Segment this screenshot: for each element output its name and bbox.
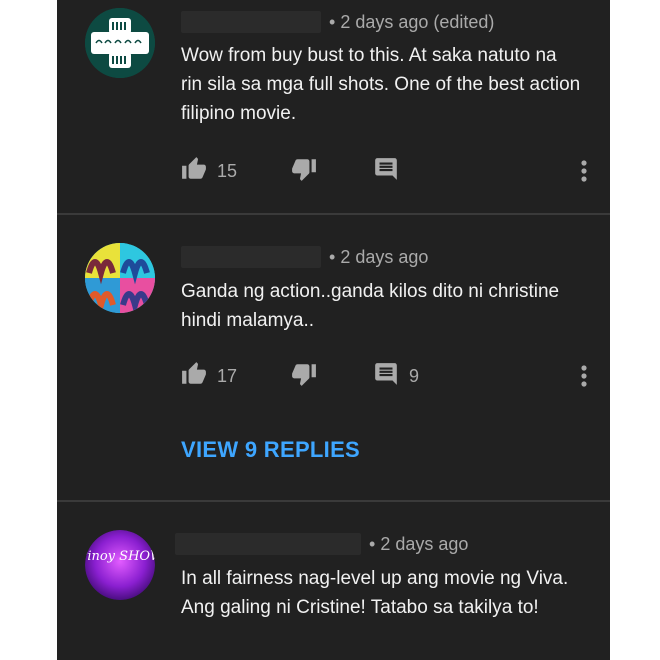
comment-text: Wow from buy bust to this. At saka natut… bbox=[181, 45, 581, 124]
comment-text: Ganda ng action..ganda kilos dito ni chr… bbox=[181, 281, 560, 331]
divider bbox=[57, 500, 610, 502]
dislike-button[interactable] bbox=[291, 156, 317, 186]
comment-actions: 15 bbox=[181, 156, 601, 186]
reply-icon bbox=[373, 361, 399, 392]
like-icon bbox=[181, 156, 207, 187]
comment-actions: 17 9 bbox=[181, 361, 601, 391]
view-replies-button[interactable]: VIEW 9 REPLIES bbox=[181, 437, 360, 463]
more-options-icon bbox=[581, 160, 587, 182]
avatar[interactable] bbox=[85, 8, 155, 78]
comment-meta: • 2 days ago bbox=[181, 244, 428, 270]
like-count: 17 bbox=[217, 365, 238, 386]
like-button[interactable]: 17 bbox=[181, 361, 237, 391]
like-icon bbox=[181, 361, 207, 392]
avatar[interactable] bbox=[85, 243, 155, 313]
redacted-username bbox=[175, 533, 361, 555]
comments-panel: • 2 days ago (edited) Wow from buy bust … bbox=[57, 0, 610, 660]
divider bbox=[57, 213, 610, 215]
reply-icon bbox=[373, 156, 399, 187]
dislike-button[interactable] bbox=[291, 361, 317, 391]
redacted-username bbox=[181, 11, 321, 33]
more-options-icon bbox=[581, 365, 587, 387]
avatar-logo-text: Pinoy SHOW bbox=[85, 549, 155, 564]
like-button[interactable]: 15 bbox=[181, 156, 237, 186]
more-options-button[interactable] bbox=[576, 156, 592, 186]
dislike-icon bbox=[291, 156, 317, 187]
comment-timestamp: • 2 days ago bbox=[329, 246, 429, 267]
comment-text: In all fairness nag-level up ang movie n… bbox=[181, 568, 569, 618]
dislike-icon bbox=[291, 361, 317, 392]
more-options-button[interactable] bbox=[576, 361, 592, 391]
comment-timestamp: • 2 days ago (edited) bbox=[329, 11, 495, 32]
reply-count: 9 bbox=[409, 365, 420, 386]
comment-meta: • 2 days ago bbox=[175, 531, 468, 557]
like-count: 15 bbox=[217, 160, 238, 181]
comment-meta: • 2 days ago (edited) bbox=[181, 9, 494, 35]
reply-button[interactable]: 9 bbox=[373, 361, 419, 391]
comment-timestamp: • 2 days ago bbox=[369, 533, 469, 554]
reply-button[interactable] bbox=[373, 156, 399, 186]
redacted-username bbox=[181, 246, 321, 268]
avatar[interactable]: Pinoy SHOW bbox=[85, 530, 155, 600]
